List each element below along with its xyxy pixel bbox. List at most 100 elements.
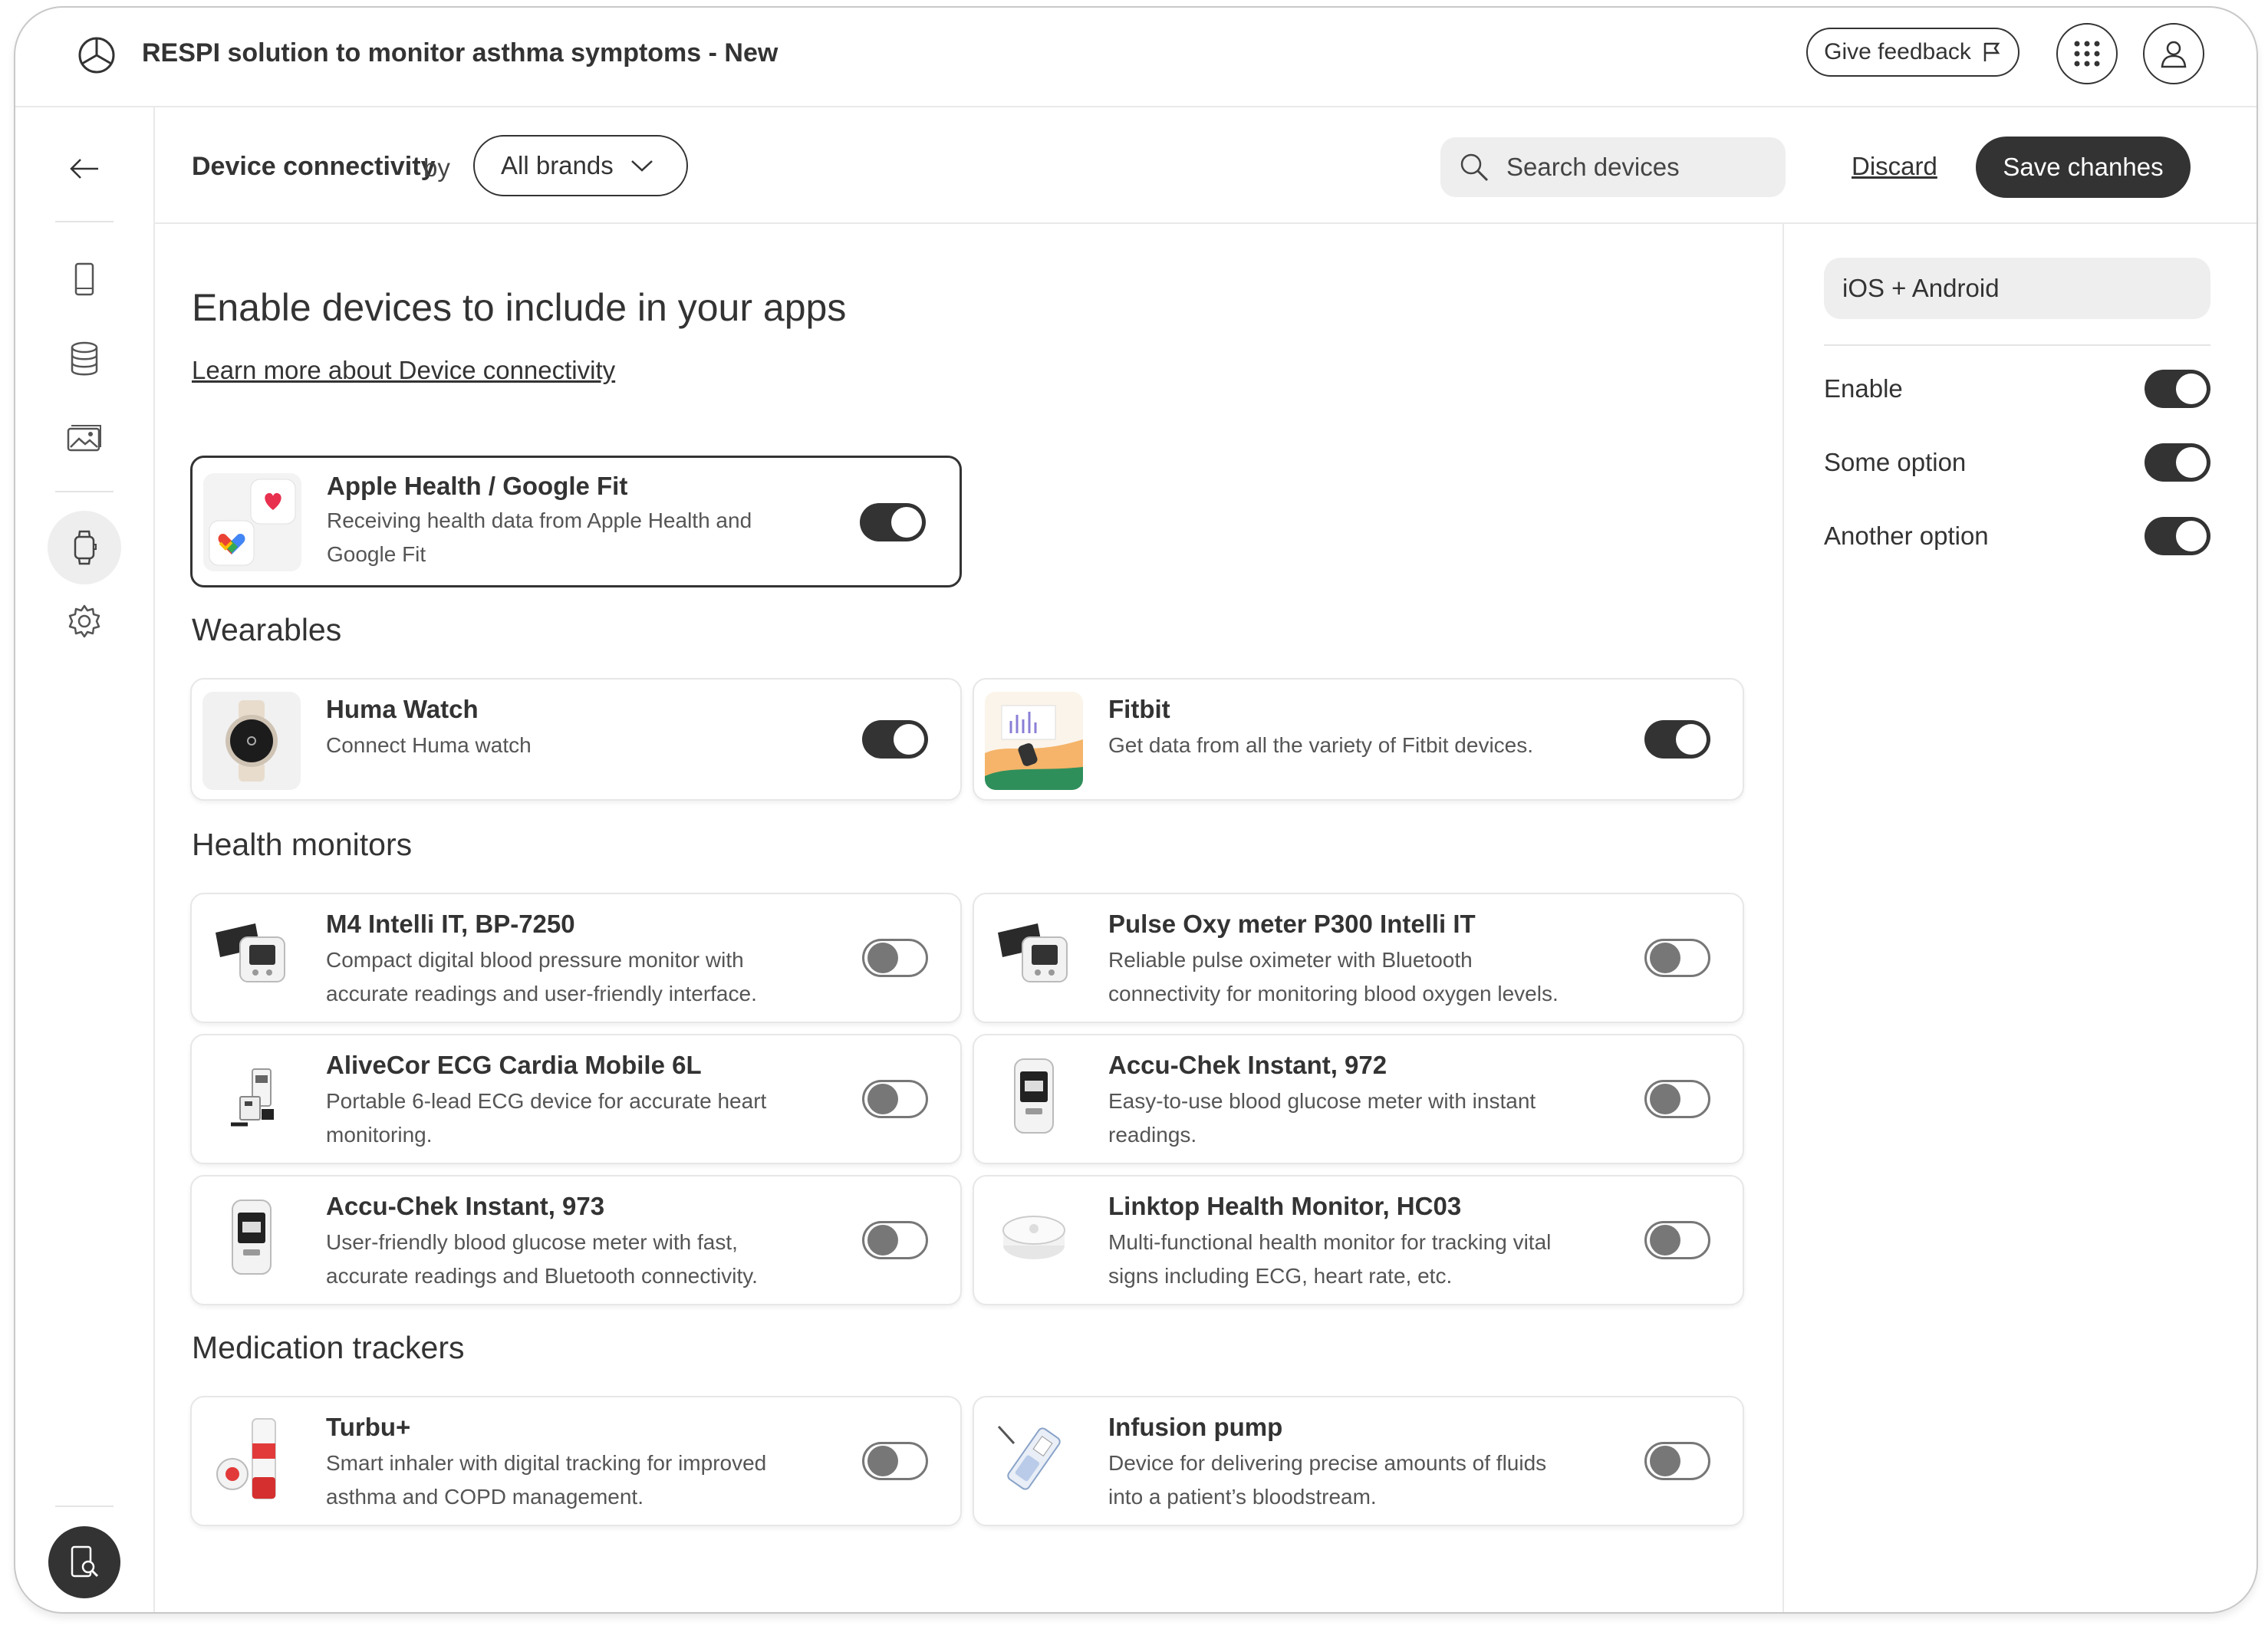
toggle-knob	[867, 943, 898, 973]
device-description: Receiving health data from Apple Health …	[327, 508, 752, 566]
device-card-infusion-pump[interactable]: Infusion pump Device for delivering prec…	[973, 1396, 1744, 1526]
device-card-huma-watch[interactable]: Huma Watch Connect Huma watch	[190, 678, 962, 801]
give-feedback-label: Give feedback	[1824, 39, 1971, 64]
toggle-knob	[2176, 447, 2207, 478]
section-title-health-monitors: Health monitors	[192, 827, 413, 862]
app-window: RESPI solution to monitor asthma symptom…	[14, 6, 2258, 1614]
blood-pressure-monitor-icon	[216, 923, 285, 982]
device-name: M4 Intelli IT, BP-7250	[326, 910, 575, 938]
platform-selector[interactable]: iOS + Android	[1824, 258, 2210, 319]
device-description: Easy-to-use blood glucose meter with ins…	[1108, 1089, 1536, 1147]
toggle-knob	[1650, 943, 1680, 973]
health-monitor-puck-icon	[1002, 1216, 1065, 1259]
device-image	[985, 1410, 1083, 1508]
device-description: Get data from all the variety of Fitbit …	[1108, 733, 1534, 757]
search-input[interactable]	[1505, 152, 1769, 183]
device-name: Accu-Chek Instant, 972	[1108, 1051, 1387, 1079]
pulse-oximeter-icon	[998, 923, 1068, 982]
device-name: Accu-Chek Instant, 973	[326, 1192, 605, 1220]
smartwatch-icon	[74, 530, 97, 565]
device-toggle[interactable]	[860, 503, 926, 541]
rail-item-media[interactable]	[54, 408, 115, 469]
discard-button[interactable]: Discard	[1852, 152, 1937, 181]
device-description: Device for delivering precise amounts of…	[1108, 1451, 1547, 1509]
device-image	[985, 1189, 1083, 1287]
rail-item-mobile[interactable]	[54, 248, 115, 310]
device-card-apple-health[interactable]: Apple Health / Google Fit Receiving heal…	[190, 456, 962, 587]
toggle-knob	[867, 1446, 898, 1476]
save-button[interactable]: Save chanhes	[1976, 137, 2191, 198]
device-card-fitbit[interactable]: Fitbit Get data from all the variety of …	[973, 678, 1744, 801]
device-toggle[interactable]	[1644, 939, 1710, 977]
option-label-another-option: Another option	[1824, 522, 1989, 550]
brand-filter-select[interactable]: All brands	[473, 135, 688, 196]
device-name: AliveCor ECG Cardia Mobile 6L	[326, 1051, 702, 1079]
device-search-icon	[71, 1545, 99, 1578]
device-name: Linktop Health Monitor, HC03	[1108, 1192, 1462, 1220]
device-card-accu-chek-972[interactable]: Accu-Chek Instant, 972 Easy-to-use blood…	[973, 1034, 1744, 1164]
ecg-device-icon	[231, 1068, 274, 1127]
learn-more-link[interactable]: Learn more about Device connectivity	[192, 356, 615, 385]
user-icon	[2161, 41, 2187, 68]
device-toggle[interactable]	[1644, 1442, 1710, 1480]
section-title-wearables: Wearables	[192, 612, 342, 647]
device-image	[202, 907, 301, 1005]
option-toggle-another-option[interactable]	[2145, 517, 2210, 555]
toggle-knob	[2176, 374, 2207, 404]
toggle-knob	[1650, 1084, 1680, 1114]
device-card-accu-chek-973[interactable]: Accu-Chek Instant, 973 User-friendly blo…	[190, 1175, 962, 1305]
search-box[interactable]	[1440, 137, 1786, 197]
device-toggle[interactable]	[862, 720, 928, 759]
toggle-knob	[1650, 1446, 1680, 1476]
device-name: Infusion pump	[1108, 1413, 1283, 1441]
device-card-m4-intelli[interactable]: M4 Intelli IT, BP-7250 Compact digital b…	[190, 893, 962, 1023]
give-feedback-button[interactable]: Give feedback	[1806, 28, 2019, 77]
profile-button[interactable]	[2143, 23, 2204, 84]
device-name: Pulse Oxy meter P300 Intelli IT	[1108, 910, 1476, 938]
apps-grid-button[interactable]	[2056, 23, 2118, 84]
rail-item-devices[interactable]	[48, 511, 121, 584]
watch-image-icon	[225, 700, 278, 782]
search-icon	[1460, 153, 1489, 182]
device-preview-button[interactable]	[48, 1526, 120, 1598]
device-toggle[interactable]	[862, 1080, 928, 1118]
device-description: Reliable pulse oximeter with Bluetooth c…	[1108, 948, 1559, 1005]
option-toggle-enable[interactable]	[2145, 370, 2210, 408]
device-toggle[interactable]	[862, 1442, 928, 1480]
device-card-turbu[interactable]: Turbu+ Smart inhaler with digital tracki…	[190, 1396, 962, 1526]
device-toggle[interactable]	[862, 1221, 928, 1259]
device-description: Connect Huma watch	[326, 733, 532, 757]
device-name: Turbu+	[326, 1413, 411, 1441]
rail-item-settings[interactable]	[54, 591, 115, 652]
back-button[interactable]	[54, 138, 115, 199]
device-image	[985, 692, 1083, 790]
device-toggle[interactable]	[862, 939, 928, 977]
device-toggle[interactable]	[1644, 1221, 1710, 1259]
toggle-knob	[891, 507, 922, 538]
toolbar: Device connectivity by All brands Discar…	[153, 106, 2256, 224]
toggle-knob	[1650, 1225, 1680, 1255]
device-toggle[interactable]	[1644, 720, 1710, 759]
option-toggle-some-option[interactable]	[2145, 443, 2210, 482]
infusion-pump-icon	[997, 1425, 1061, 1490]
section-title-medication-trackers: Medication trackers	[192, 1330, 465, 1365]
rail-item-database[interactable]	[54, 328, 115, 390]
device-card-pulse-oxy[interactable]: Pulse Oxy meter P300 Intelli IT Reliable…	[973, 893, 1744, 1023]
apple-health-google-fit-logo	[203, 473, 301, 571]
device-image	[985, 1048, 1083, 1146]
smart-inhaler-icon	[216, 1418, 276, 1499]
toggle-knob	[2176, 521, 2207, 551]
device-toggle[interactable]	[1644, 1080, 1710, 1118]
settings-panel: iOS + Android Enable Some option Another…	[1784, 222, 2256, 1612]
apps-grid-icon	[2074, 41, 2100, 67]
image-gallery-icon	[67, 425, 101, 452]
device-image	[985, 907, 1083, 1005]
option-label-some-option: Some option	[1824, 448, 1967, 476]
device-name: Huma Watch	[326, 695, 479, 723]
device-description: Portable 6-lead ECG device for accurate …	[326, 1089, 767, 1147]
device-image	[202, 1189, 301, 1287]
toggle-knob	[867, 1084, 898, 1114]
toggle-knob	[867, 1225, 898, 1255]
device-card-linktop[interactable]: Linktop Health Monitor, HC03 Multi-funct…	[973, 1175, 1744, 1305]
device-card-alivecor[interactable]: AliveCor ECG Cardia Mobile 6L Portable 6…	[190, 1034, 962, 1164]
